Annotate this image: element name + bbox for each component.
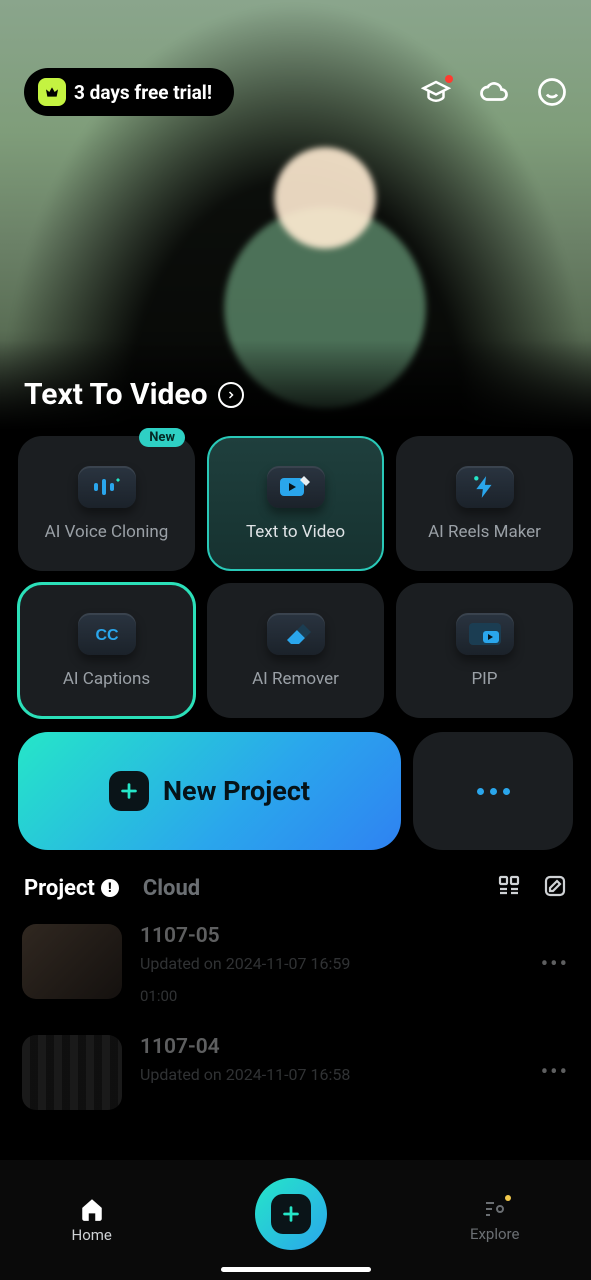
feature-ai-reels-maker[interactable]: AI Reels Maker <box>396 436 573 571</box>
pip-icon <box>456 613 514 655</box>
feature-label: AI Remover <box>252 669 339 689</box>
project-updated: Updated on 2024-11-07 16:59 <box>140 954 523 973</box>
new-project-label: New Project <box>163 775 310 807</box>
project-thumbnail <box>22 924 122 999</box>
project-updated: Updated on 2024-11-07 16:58 <box>140 1065 523 1084</box>
voice-cloning-icon <box>78 466 136 508</box>
project-name: 1107-05 <box>140 924 523 948</box>
project-meta: 1107-05 Updated on 2024-11-07 16:59 01:0… <box>140 924 523 1005</box>
edit-icon[interactable] <box>543 874 567 902</box>
more-button[interactable] <box>413 732 573 850</box>
captions-icon: CC <box>78 613 136 655</box>
cloud-icon[interactable] <box>479 77 509 107</box>
hero-title-text: Text To Video <box>24 377 208 412</box>
nav-home-label: Home <box>72 1226 112 1244</box>
top-icons <box>421 77 567 107</box>
tab-project-label: Project <box>24 876 95 901</box>
project-name: 1107-04 <box>140 1035 523 1059</box>
tab-cloud-label: Cloud <box>143 876 200 901</box>
tab-cloud[interactable]: Cloud <box>143 876 200 901</box>
feature-ai-captions[interactable]: CC AI Captions <box>18 583 195 718</box>
svg-text:CC: CC <box>95 627 119 644</box>
dot-icon <box>477 788 484 795</box>
plus-icon <box>109 771 149 811</box>
tab-project[interactable]: Project ! <box>24 876 119 901</box>
feature-label: Text to Video <box>246 522 345 542</box>
feature-ai-voice-cloning[interactable]: New AI Voice Cloning <box>18 436 195 571</box>
hero-banner: 3 days free trial! Text To Video <box>0 0 591 440</box>
notification-dot <box>445 75 453 83</box>
info-icon: ! <box>101 879 119 897</box>
dot-icon <box>503 788 510 795</box>
reels-maker-icon <box>456 466 514 508</box>
action-row: New Project <box>0 718 591 850</box>
feature-label: AI Voice Cloning <box>45 522 169 542</box>
feature-pip[interactable]: PIP <box>396 583 573 718</box>
feature-text-to-video[interactable]: Text to Video <box>207 436 384 571</box>
home-indicator <box>221 1267 371 1272</box>
feature-grid: New AI Voice Cloning Text to Video AI Re… <box>0 436 591 718</box>
grid-view-icon[interactable] <box>497 874 521 902</box>
academy-icon[interactable] <box>421 77 451 107</box>
project-header: Project ! Cloud <box>0 850 591 914</box>
feature-label: AI Captions <box>63 669 150 689</box>
free-trial-label: 3 days free trial! <box>74 81 212 104</box>
project-duration: 01:00 <box>140 987 523 1005</box>
new-project-button[interactable]: New Project <box>18 732 401 850</box>
hero-title[interactable]: Text To Video <box>24 377 244 412</box>
feature-label: AI Reels Maker <box>428 522 541 542</box>
nav-explore-label: Explore <box>470 1225 520 1243</box>
feature-label: PIP <box>471 669 497 689</box>
crown-icon <box>38 78 66 106</box>
eraser-icon <box>267 613 325 655</box>
dot-icon <box>490 788 497 795</box>
notification-dot <box>505 1195 511 1201</box>
nav-create-button[interactable] <box>255 1178 327 1250</box>
project-more-icon[interactable]: ••• <box>541 1060 569 1085</box>
project-thumbnail <box>22 1035 122 1110</box>
nav-explore[interactable]: Explore <box>470 1197 520 1243</box>
top-bar: 3 days free trial! <box>24 68 567 116</box>
feature-ai-remover[interactable]: AI Remover <box>207 583 384 718</box>
free-trial-pill[interactable]: 3 days free trial! <box>24 68 234 116</box>
bottom-nav: Home Explore <box>0 1160 591 1280</box>
new-badge: New <box>139 428 185 447</box>
chevron-right-icon <box>218 382 244 408</box>
text-to-video-icon <box>267 466 325 508</box>
project-list: 1107-05 Updated on 2024-11-07 16:59 01:0… <box>0 914 591 1130</box>
nav-home[interactable]: Home <box>72 1196 112 1244</box>
project-meta: 1107-04 Updated on 2024-11-07 16:58 <box>140 1035 523 1084</box>
project-item[interactable]: 1107-04 Updated on 2024-11-07 16:58 ••• <box>22 1025 569 1130</box>
project-item[interactable]: 1107-05 Updated on 2024-11-07 16:59 01:0… <box>22 914 569 1025</box>
plus-icon <box>271 1194 311 1234</box>
project-more-icon[interactable]: ••• <box>541 952 569 977</box>
profile-icon[interactable] <box>537 77 567 107</box>
